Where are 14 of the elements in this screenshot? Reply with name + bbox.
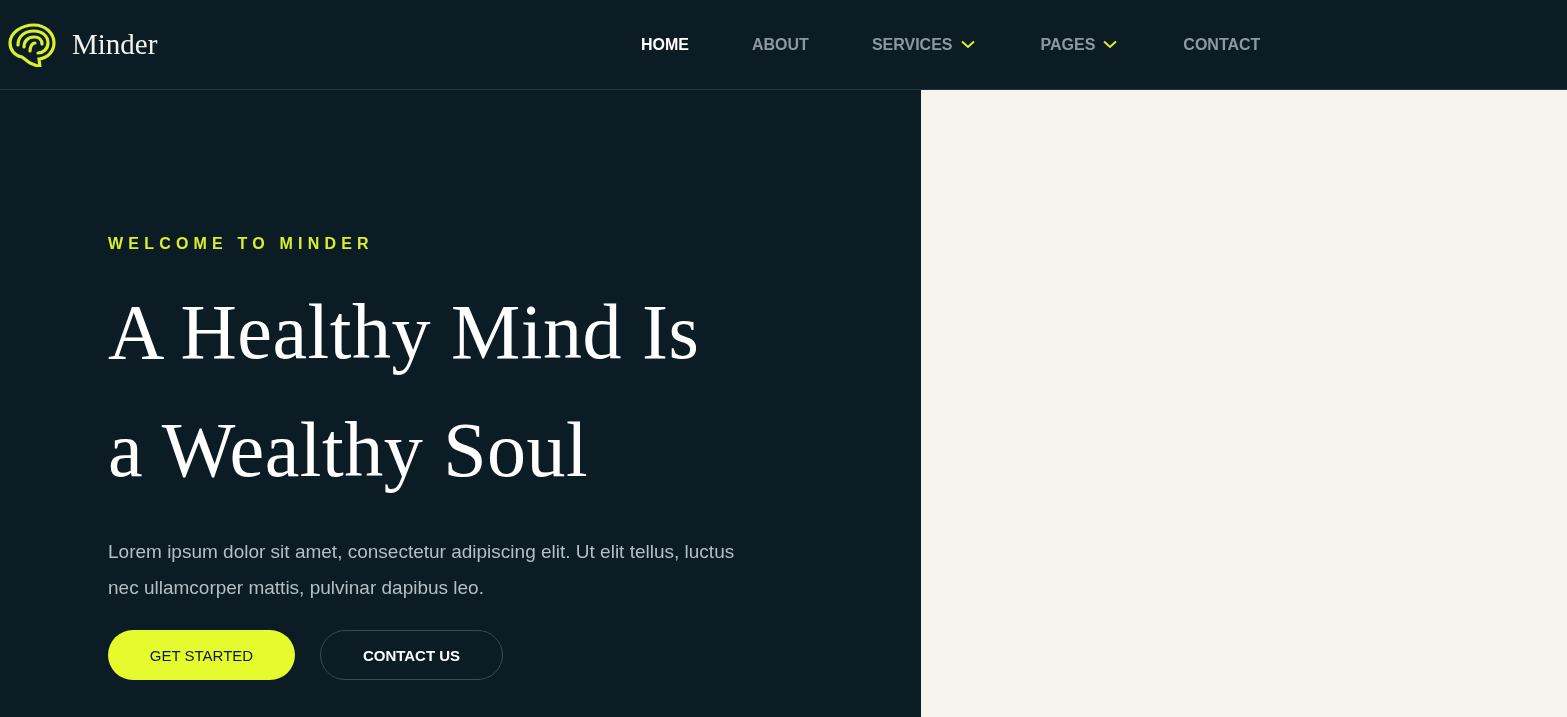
contact-button[interactable]: CONTACT US: [320, 630, 503, 680]
hero-heading: a Wealthy Soul: [108, 405, 589, 495]
nav-link[interactable]: HOME: [641, 29, 689, 60]
get-started-button[interactable]: GET STARTED: [108, 630, 295, 680]
nav-link[interactable]: CONTACT: [1183, 29, 1261, 60]
hero-heading: A Healthy Mind Is: [108, 287, 700, 377]
chevron-down-icon: [1103, 40, 1118, 49]
brand-name: Minder: [72, 28, 158, 61]
chevron-down-icon: [960, 40, 975, 49]
eyebrow-text: WELCOME TO MINDER: [108, 235, 375, 253]
nav-link[interactable]: SERVICES: [871, 29, 975, 60]
hero-description: Lorem ipsum dolor sit amet, consectetur adipiscing elit. Ut elit tellus, luctus nec ullamcorper mattis, pulvinar dapibus leo.: [108, 540, 736, 600]
nav-link[interactable]: ABOUT: [752, 29, 809, 60]
nav-link[interactable]: PAGES: [1040, 29, 1118, 60]
